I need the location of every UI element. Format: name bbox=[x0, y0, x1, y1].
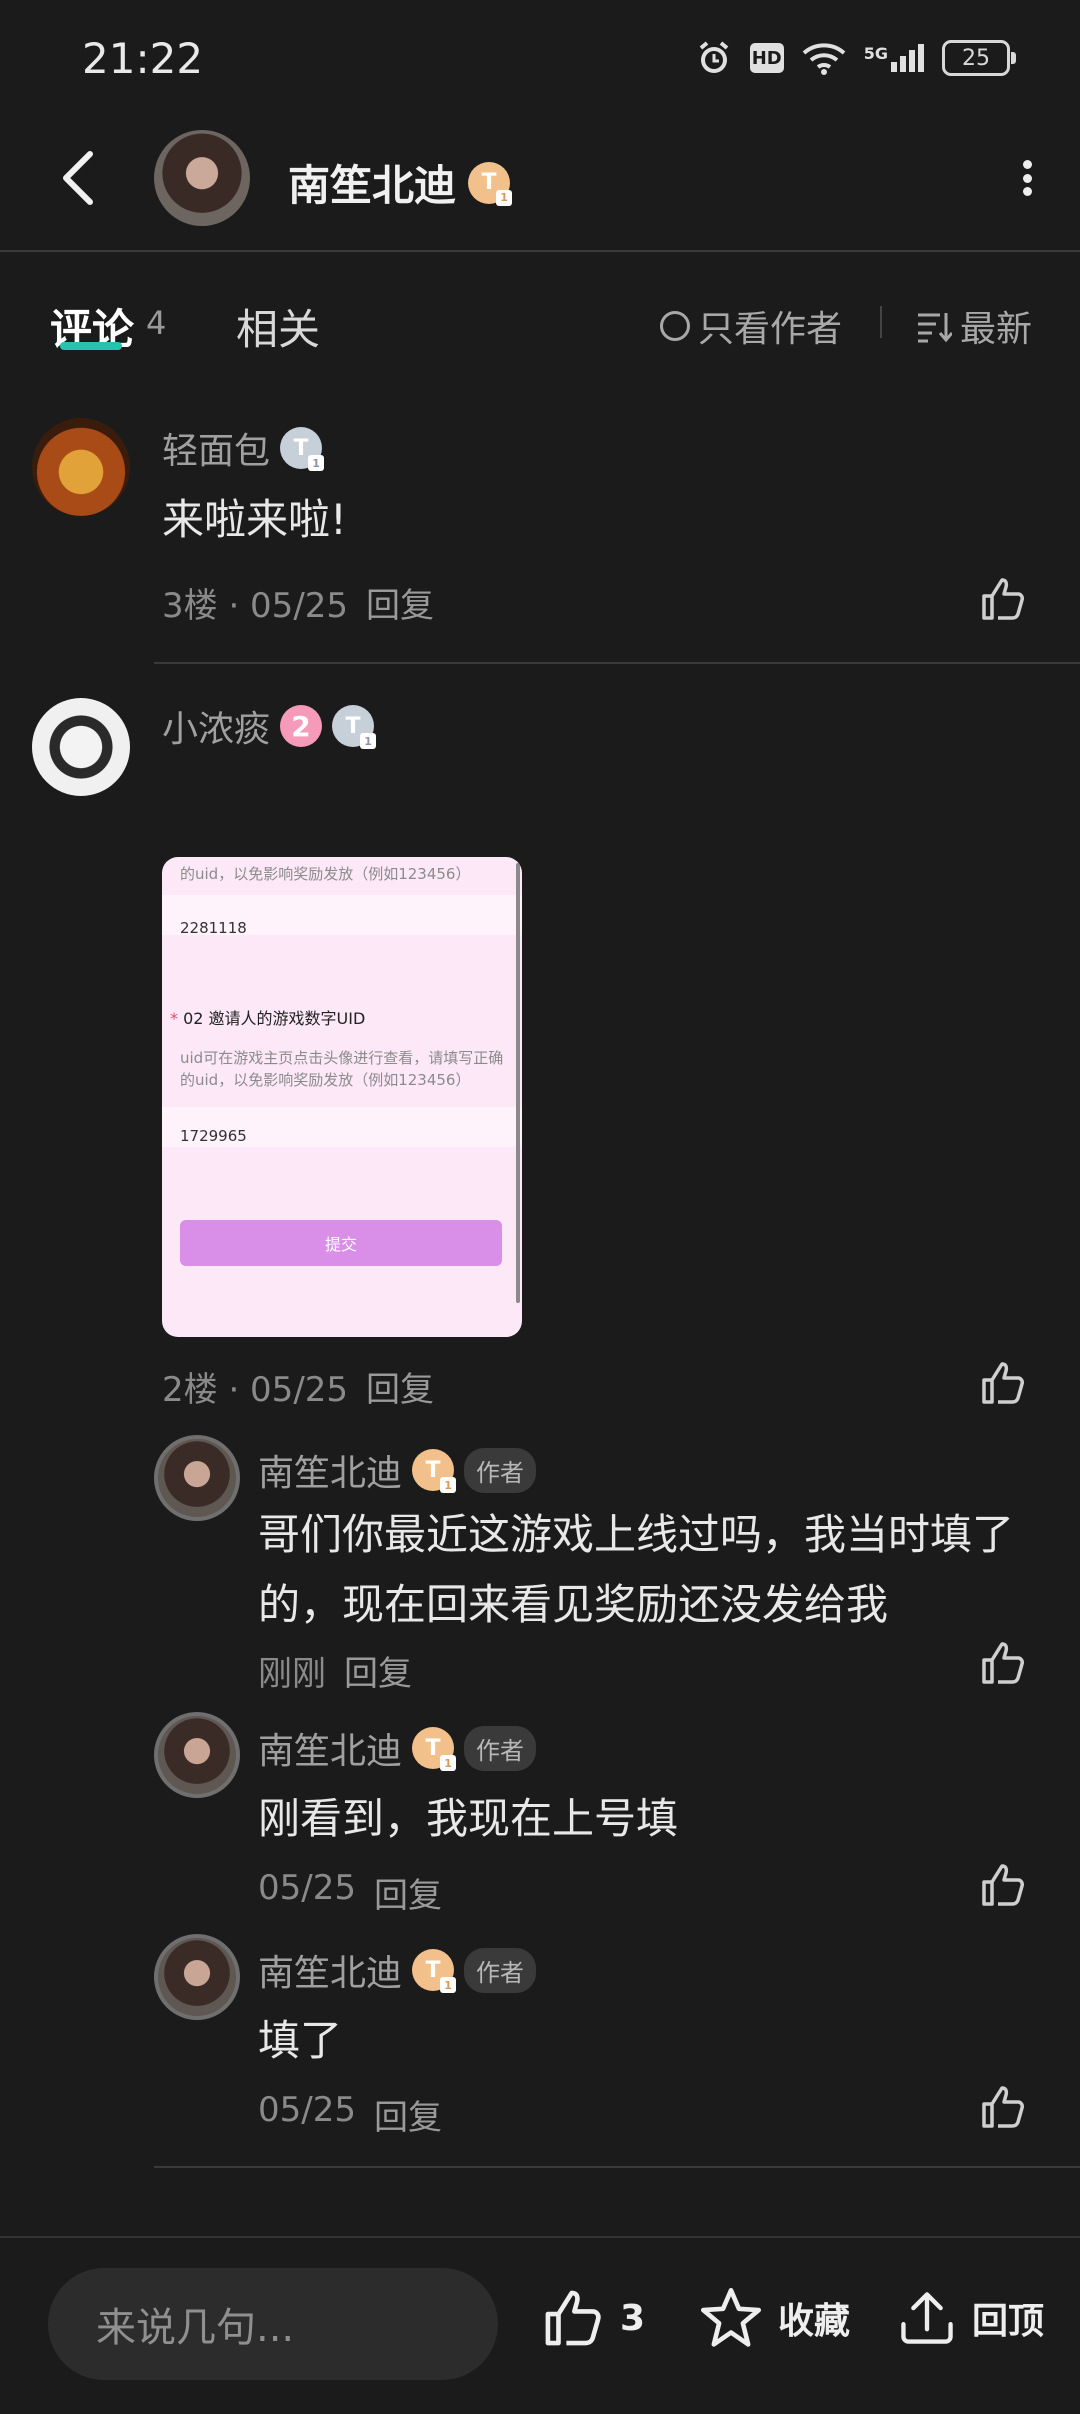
header-divider bbox=[0, 250, 1080, 252]
reply-text: 刚看到，我现在上号填 bbox=[258, 1794, 679, 1843]
like-icon[interactable] bbox=[978, 1638, 1028, 1688]
comment-text: 来啦来啦! bbox=[162, 495, 347, 544]
author-only-toggle[interactable]: 只看作者 bbox=[660, 300, 842, 352]
reply-meta: 05/25 回复 bbox=[258, 1868, 442, 1917]
comment-image[interactable]: 的uid，以免影响奖励发放（例如123456） 2281118 * 02 邀请人… bbox=[162, 857, 522, 1337]
tab-related[interactable]: 相关 bbox=[236, 296, 320, 357]
level-badge-icon: T1 bbox=[412, 1727, 457, 1771]
image-submit-button: 提交 bbox=[180, 1220, 502, 1266]
hd-icon: HD bbox=[749, 43, 784, 73]
comment-divider bbox=[154, 662, 1080, 664]
level-badge-icon: T1 bbox=[468, 161, 513, 206]
reply-avatar[interactable] bbox=[154, 1934, 240, 2020]
reply-button[interactable]: 回复 bbox=[344, 1646, 412, 1695]
like-icon[interactable] bbox=[978, 2082, 1028, 2132]
reply-avatar[interactable] bbox=[154, 1435, 240, 1521]
header-title[interactable]: 南笙北迪 T1 bbox=[288, 152, 513, 213]
level-badge-icon: T1 bbox=[280, 427, 325, 471]
tab-active-indicator bbox=[60, 342, 122, 350]
back-arrow-icon[interactable] bbox=[56, 150, 100, 206]
thumbs-up-icon bbox=[545, 2290, 601, 2346]
header-avatar[interactable] bbox=[154, 130, 250, 226]
like-icon[interactable] bbox=[978, 1358, 1028, 1408]
radio-circle-icon bbox=[660, 311, 690, 341]
reply-text: 的，现在回来看见奖励还没发给我 bbox=[258, 1580, 889, 1629]
reply-text: 哥们你最近这游戏上线过吗，我当时填了 bbox=[258, 1510, 1015, 1559]
sort-icon bbox=[918, 313, 952, 343]
alarm-icon bbox=[699, 41, 729, 73]
reply-button[interactable]: 回复 bbox=[374, 1868, 442, 1917]
comment-username[interactable]: 小浓痰 2 T1 bbox=[162, 700, 377, 752]
reply-meta: 05/25 回复 bbox=[258, 2090, 442, 2139]
reply-username[interactable]: 南笙北迪 T1 作者 bbox=[258, 1944, 537, 1996]
tab-separator bbox=[880, 306, 882, 338]
level-badge-icon: T1 bbox=[412, 1949, 457, 1993]
level-badge-icon: T1 bbox=[332, 705, 377, 749]
author-tag: 作者 bbox=[464, 1447, 537, 1493]
comment-input[interactable]: 来说几句... bbox=[48, 2268, 498, 2380]
reply-username[interactable]: 南笙北迪 T1 作者 bbox=[258, 1444, 537, 1496]
upload-arrow-icon bbox=[901, 2292, 953, 2344]
signal-icon: 5G bbox=[864, 44, 924, 72]
battery-icon: 25 bbox=[942, 40, 1016, 76]
more-options-icon[interactable] bbox=[1022, 160, 1032, 196]
image-scrollbar bbox=[516, 863, 520, 1303]
comment-divider bbox=[154, 2166, 1080, 2168]
reply-meta: 刚刚 回复 bbox=[258, 1646, 412, 1695]
like-icon[interactable] bbox=[978, 1860, 1028, 1910]
like-post-button[interactable]: 3 bbox=[540, 2285, 645, 2351]
level-badge-icon: T1 bbox=[412, 1449, 457, 1493]
commenter-avatar[interactable] bbox=[32, 698, 130, 796]
status-time: 21:22 bbox=[82, 34, 204, 83]
sort-latest-button[interactable]: 最新 bbox=[916, 300, 1032, 352]
wifi-icon bbox=[802, 43, 846, 75]
reply-button[interactable]: 回复 bbox=[366, 1362, 434, 1411]
commenter-avatar[interactable] bbox=[32, 418, 130, 516]
author-tag: 作者 bbox=[464, 1725, 537, 1771]
comment-username[interactable]: 轻面包 T1 bbox=[162, 422, 325, 474]
level-2-badge-icon: 2 bbox=[280, 705, 323, 747]
author-tag: 作者 bbox=[464, 1947, 537, 1993]
comment-meta: 2楼 · 05/25 回复 bbox=[162, 1362, 434, 1411]
reply-text: 填了 bbox=[258, 2016, 343, 2065]
like-icon[interactable] bbox=[978, 574, 1028, 624]
comments-count: 4 bbox=[146, 304, 167, 342]
star-icon bbox=[700, 2287, 762, 2347]
collect-button[interactable]: 收藏 bbox=[698, 2285, 850, 2351]
image-title: * 02 邀请人的游戏数字UID bbox=[170, 1009, 366, 1028]
reply-username[interactable]: 南笙北迪 T1 作者 bbox=[258, 1722, 537, 1774]
reply-button[interactable]: 回复 bbox=[374, 2090, 442, 2139]
status-icons: HD 5G 25 bbox=[696, 40, 1016, 76]
comment-meta: 3楼 · 05/25 回复 bbox=[162, 578, 434, 627]
reply-avatar[interactable] bbox=[154, 1712, 240, 1798]
reply-button[interactable]: 回复 bbox=[366, 578, 434, 627]
back-to-top-button[interactable]: 回顶 bbox=[896, 2285, 1044, 2351]
